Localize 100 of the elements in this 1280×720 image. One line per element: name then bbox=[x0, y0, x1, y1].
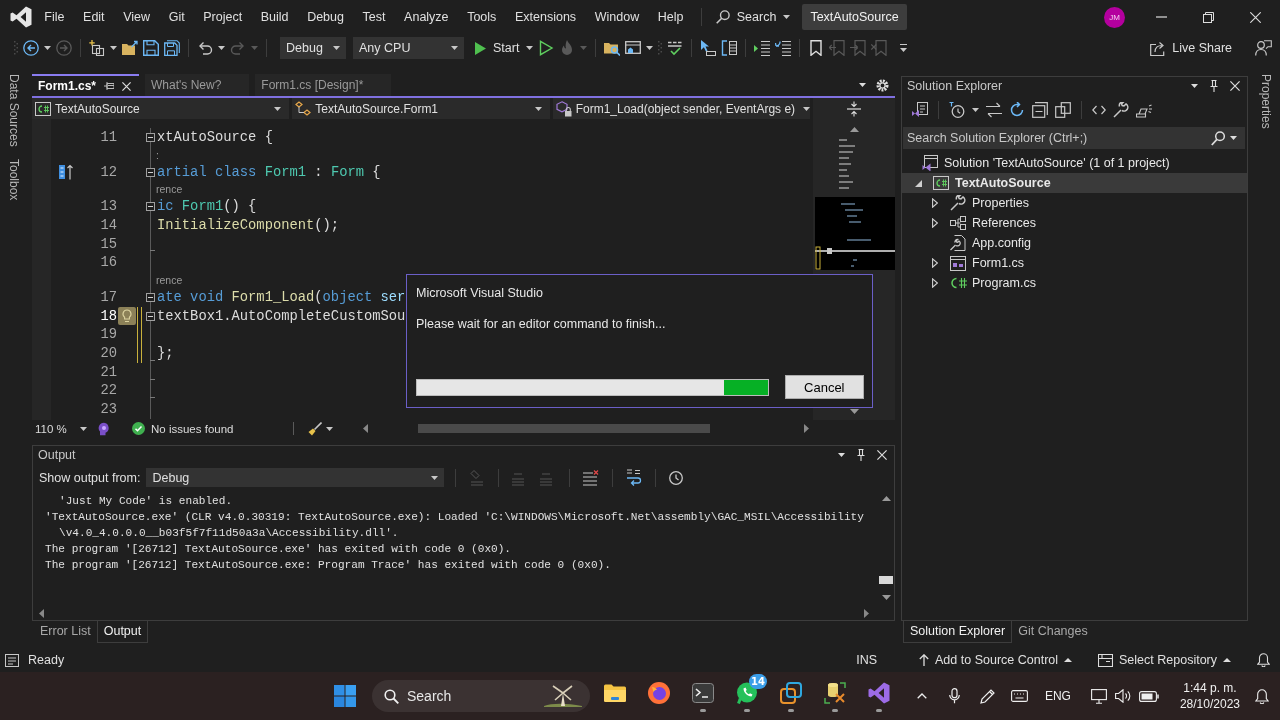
speaker-icon[interactable] bbox=[1114, 689, 1131, 703]
caret-icon[interactable] bbox=[431, 475, 439, 480]
switch-views-icon[interactable] bbox=[912, 101, 928, 118]
save-icon[interactable] bbox=[143, 40, 159, 56]
caret-icon[interactable] bbox=[274, 106, 282, 111]
caret-icon[interactable] bbox=[534, 106, 542, 111]
notifications-bell-icon[interactable] bbox=[1255, 688, 1269, 704]
collapse-icon[interactable] bbox=[146, 202, 155, 212]
dock-tab[interactable]: Data Sources bbox=[7, 72, 21, 149]
codelens-link[interactable]: : bbox=[156, 148, 159, 161]
browser-icon[interactable] bbox=[648, 681, 670, 704]
code-view-icon[interactable] bbox=[1092, 103, 1106, 116]
project-dropdown[interactable]: TextAutoSource bbox=[32, 98, 290, 119]
taskbar-search-box[interactable]: Search bbox=[372, 680, 590, 712]
tree-item[interactable]: References bbox=[902, 213, 1247, 233]
start-button[interactable]: Start bbox=[469, 37, 522, 59]
restore-icon[interactable] bbox=[1203, 11, 1214, 23]
tab-list-caret-icon[interactable] bbox=[859, 83, 866, 87]
play-outline-icon[interactable] bbox=[538, 40, 555, 56]
menu-item[interactable]: Git bbox=[159, 6, 194, 28]
outdent-icon[interactable] bbox=[775, 40, 792, 56]
caret-icon[interactable] bbox=[803, 106, 811, 111]
scrollbar-thumb[interactable] bbox=[879, 576, 893, 584]
menu-item[interactable]: Analyze bbox=[394, 6, 458, 28]
collapsed-arrow-icon[interactable] bbox=[932, 278, 938, 288]
tree-item[interactable]: TextAutoSource bbox=[902, 173, 1247, 193]
caret-icon[interactable] bbox=[783, 15, 791, 19]
cancel-button[interactable]: Cancel bbox=[784, 375, 864, 399]
caret-icon[interactable] bbox=[80, 426, 87, 431]
caret-icon[interactable] bbox=[972, 107, 979, 112]
member-dropdown[interactable]: Form1_Load(object sender, EventArgs e) bbox=[552, 98, 810, 119]
pin-icon[interactable] bbox=[104, 81, 115, 91]
search-button[interactable]: Search bbox=[713, 6, 793, 28]
select-repository-button[interactable]: Select Repository bbox=[1098, 653, 1231, 667]
panel-tab[interactable]: Git Changes bbox=[1012, 621, 1094, 643]
start-icon[interactable] bbox=[334, 685, 356, 707]
editor-tab[interactable]: What's New? bbox=[145, 74, 250, 96]
close-icon[interactable] bbox=[877, 450, 887, 460]
sync-icon[interactable] bbox=[986, 101, 1002, 118]
history-icon[interactable] bbox=[949, 101, 965, 118]
menu-item[interactable]: Edit bbox=[73, 6, 114, 28]
search-options-caret-icon[interactable] bbox=[1230, 136, 1237, 140]
platform-dropdown[interactable]: Any CPU bbox=[353, 37, 464, 59]
pen-icon[interactable] bbox=[979, 688, 995, 704]
collapse-icon[interactable] bbox=[146, 293, 155, 303]
collapse-icon[interactable] bbox=[146, 311, 155, 321]
scroll-right-icon[interactable] bbox=[864, 608, 869, 618]
scroll-left-icon[interactable] bbox=[39, 608, 44, 618]
cursor-icon[interactable] bbox=[700, 40, 717, 56]
expanded-arrow-icon[interactable] bbox=[914, 179, 922, 187]
output-source-dropdown[interactable]: Debug bbox=[146, 468, 445, 487]
bookmark-icon[interactable] bbox=[808, 40, 825, 56]
lightbulb-icon[interactable] bbox=[118, 307, 136, 326]
scrollbar-thumb[interactable] bbox=[418, 424, 711, 433]
menu-item[interactable]: Tools bbox=[457, 6, 506, 28]
new-project-icon[interactable] bbox=[89, 40, 105, 56]
clock-time[interactable]: 1:44 p. m. bbox=[1183, 680, 1237, 696]
caret-icon[interactable] bbox=[333, 46, 340, 50]
settings-icon[interactable] bbox=[876, 78, 889, 92]
split-editor-icon[interactable] bbox=[847, 100, 861, 117]
codelens-link[interactable]: rence bbox=[156, 274, 183, 287]
configuration-dropdown[interactable]: Debug bbox=[280, 37, 346, 59]
tree-item[interactable]: Form1.cs bbox=[902, 253, 1247, 273]
keyboard-icon[interactable] bbox=[1010, 690, 1028, 702]
panel-menu-caret-icon[interactable] bbox=[838, 453, 845, 457]
insert-mode[interactable]: INS bbox=[856, 653, 878, 667]
scroll-down-icon[interactable] bbox=[881, 595, 891, 600]
pin-icon[interactable] bbox=[1210, 80, 1218, 92]
type-dropdown[interactable]: TextAutoSource.Form1 bbox=[292, 98, 550, 119]
overlapping-squares-icon[interactable] bbox=[780, 681, 802, 704]
input-language[interactable]: ENG bbox=[1044, 689, 1071, 703]
close-icon[interactable] bbox=[122, 81, 132, 91]
indent-icon[interactable] bbox=[754, 40, 771, 56]
inheritance-icon[interactable] bbox=[59, 164, 73, 181]
terminal-icon[interactable] bbox=[692, 682, 714, 703]
intellicode-icon[interactable] bbox=[98, 421, 110, 436]
collapsed-arrow-icon[interactable] bbox=[932, 258, 938, 268]
caret-icon[interactable] bbox=[218, 46, 225, 50]
close-icon[interactable] bbox=[1250, 11, 1261, 23]
caret-icon[interactable] bbox=[646, 46, 654, 50]
scroll-up-icon[interactable] bbox=[881, 496, 891, 501]
display-icon[interactable] bbox=[1090, 688, 1107, 704]
menu-item[interactable]: Build bbox=[251, 6, 298, 28]
live-share-button[interactable]: Live Share bbox=[1150, 37, 1232, 59]
codelens-link[interactable]: rence bbox=[156, 183, 183, 196]
tree-item[interactable]: App.config bbox=[902, 233, 1247, 253]
database-tools-icon[interactable] bbox=[824, 681, 846, 704]
menu-item[interactable]: Extensions bbox=[505, 6, 586, 28]
caret-icon[interactable] bbox=[451, 46, 458, 50]
dock-tab[interactable]: Toolbox bbox=[7, 156, 21, 203]
search-field[interactable]: Search Solution Explorer (Ctrl+;) bbox=[907, 129, 1206, 147]
back-icon[interactable] bbox=[23, 40, 39, 56]
collapse-icon[interactable] bbox=[146, 133, 155, 142]
collapsed-arrow-icon[interactable] bbox=[932, 198, 938, 208]
save-all-icon[interactable] bbox=[164, 40, 180, 56]
show-all-files-icon[interactable] bbox=[1055, 101, 1071, 118]
tree-item[interactable]: Program.cs bbox=[902, 273, 1247, 293]
collapse-all-icon[interactable] bbox=[1032, 101, 1048, 118]
code-cleanup-icon[interactable] bbox=[308, 421, 323, 436]
search-box[interactable]: Search Solution Explorer (Ctrl+;) bbox=[903, 127, 1245, 149]
